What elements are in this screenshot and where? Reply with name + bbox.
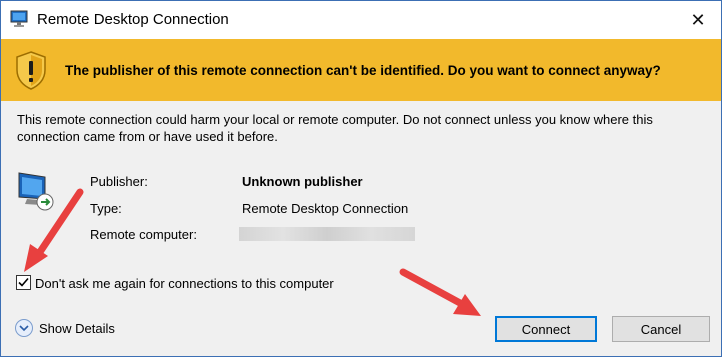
publisher-label: Publisher: xyxy=(90,174,148,189)
chevron-down-icon xyxy=(15,319,33,337)
rdc-dialog: Remote Desktop Connection ✕ The publishe… xyxy=(0,0,722,357)
checkmark-icon xyxy=(18,277,29,287)
warning-text: This remote connection could harm your l… xyxy=(17,112,653,144)
type-value: Remote Desktop Connection xyxy=(242,201,409,216)
banner-message: The publisher of this remote connection … xyxy=(65,63,661,78)
type-label: Type: xyxy=(90,201,122,216)
show-details-label: Show Details xyxy=(39,320,115,336)
warning-banner: The publisher of this remote connection … xyxy=(1,39,721,101)
window-title: Remote Desktop Connection xyxy=(37,11,229,28)
remote-desktop-app-icon xyxy=(10,10,30,28)
connect-button[interactable]: Connect xyxy=(495,316,597,342)
publisher-value: Unknown publisher xyxy=(242,174,363,189)
cancel-button[interactable]: Cancel xyxy=(612,316,710,342)
warning-shield-icon xyxy=(14,50,48,90)
dont-ask-again-label[interactable]: Don't ask me again for connections to th… xyxy=(35,276,334,291)
close-button[interactable]: ✕ xyxy=(675,1,721,39)
remote-computer-icon xyxy=(15,169,59,213)
remote-computer-label: Remote computer: xyxy=(90,227,197,242)
title-bar: Remote Desktop Connection ✕ xyxy=(1,1,721,39)
show-details-button[interactable]: Show Details xyxy=(15,319,115,337)
remote-computer-value-redacted xyxy=(239,227,415,241)
dont-ask-again-checkbox[interactable] xyxy=(16,275,31,290)
